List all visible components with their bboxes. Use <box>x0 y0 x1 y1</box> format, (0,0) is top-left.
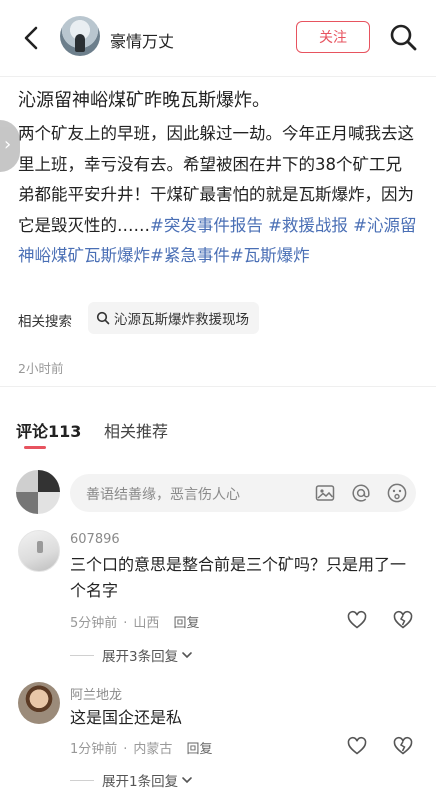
hashtag-link[interactable]: #瓦斯爆炸 <box>230 246 310 265</box>
related-search-chip[interactable]: 沁源瓦斯爆炸救援现场 <box>88 302 259 334</box>
hashtag-link[interactable]: #救援战报 <box>268 216 348 235</box>
heart-icon[interactable] <box>346 735 368 757</box>
emoji-icon[interactable] <box>386 482 408 504</box>
section-divider <box>0 386 436 387</box>
comment-username[interactable]: 阿兰地龙 <box>70 684 122 703</box>
back-icon[interactable] <box>18 24 46 52</box>
comment-location: 内蒙古 <box>133 742 173 757</box>
my-avatar[interactable] <box>16 470 60 514</box>
chevron-down-icon <box>182 652 192 659</box>
expand-replies[interactable]: 展开1条回复 <box>70 770 194 790</box>
expand-replies-label: 展开3条回复 <box>102 649 179 665</box>
comment-avatar[interactable] <box>18 682 60 724</box>
hashtag-link[interactable]: #突发事件报告 <box>150 216 263 235</box>
comment-text: 这是国企还是私 <box>70 708 183 727</box>
broken-heart-icon[interactable] <box>392 609 414 631</box>
chevron-down-icon <box>182 777 192 784</box>
heart-icon[interactable] <box>346 609 368 631</box>
magnifier-icon <box>96 311 110 325</box>
follow-button[interactable]: 关注 <box>296 21 370 53</box>
post-body: 两个矿友上的早班，因此躲过一劫。今年正月喊我去这里上班，幸亏没有去。希望被困在井… <box>18 119 418 272</box>
active-tab-indicator <box>24 446 46 449</box>
side-expand-tab[interactable] <box>0 120 20 172</box>
expand-replies[interactable]: 展开3条回复 <box>70 645 194 665</box>
at-icon[interactable] <box>350 482 372 504</box>
comment-time: 5分钟前 <box>70 616 118 631</box>
comment-input[interactable]: 善语结善缘，恶言伤人心 <box>70 474 416 512</box>
reply-button[interactable]: 回复 <box>173 616 199 631</box>
comment-meta: 5分钟前 · 山西 回复 <box>70 616 200 631</box>
search-icon[interactable] <box>388 22 418 52</box>
comment-username[interactable]: 607896 <box>70 532 120 547</box>
tab-comments[interactable]: 评论113 <box>16 418 81 442</box>
comment-location: 山西 <box>133 616 160 631</box>
comment-avatar[interactable] <box>18 530 60 572</box>
post-time: 2小时前 <box>18 361 64 376</box>
image-icon[interactable] <box>314 482 336 504</box>
top-divider <box>0 76 436 77</box>
author-avatar[interactable] <box>60 16 100 56</box>
broken-heart-icon[interactable] <box>392 735 414 757</box>
related-search-label: 相关搜索 <box>18 314 72 330</box>
reply-button[interactable]: 回复 <box>186 742 212 757</box>
expand-replies-label: 展开1条回复 <box>102 774 179 790</box>
related-search-text: 沁源瓦斯爆炸救援现场 <box>114 312 249 328</box>
top-bar: 豪情万丈 关注 <box>0 0 436 76</box>
comment-time: 1分钟前 <box>70 742 118 757</box>
post-title: 沁源留神峪煤矿昨晚瓦斯爆炸。 <box>18 90 270 111</box>
hashtag-link[interactable]: #紧急事件 <box>150 246 230 265</box>
comment-text: 三个口的意思是整合前是三个矿吗？只是用了一个名字 <box>70 555 407 600</box>
author-name[interactable]: 豪情万丈 <box>110 28 174 52</box>
tab-related[interactable]: 相关推荐 <box>104 418 168 442</box>
comment-input-placeholder: 善语结善缘，恶言伤人心 <box>86 487 240 503</box>
comment-meta: 1分钟前 · 内蒙古 回复 <box>70 742 213 757</box>
